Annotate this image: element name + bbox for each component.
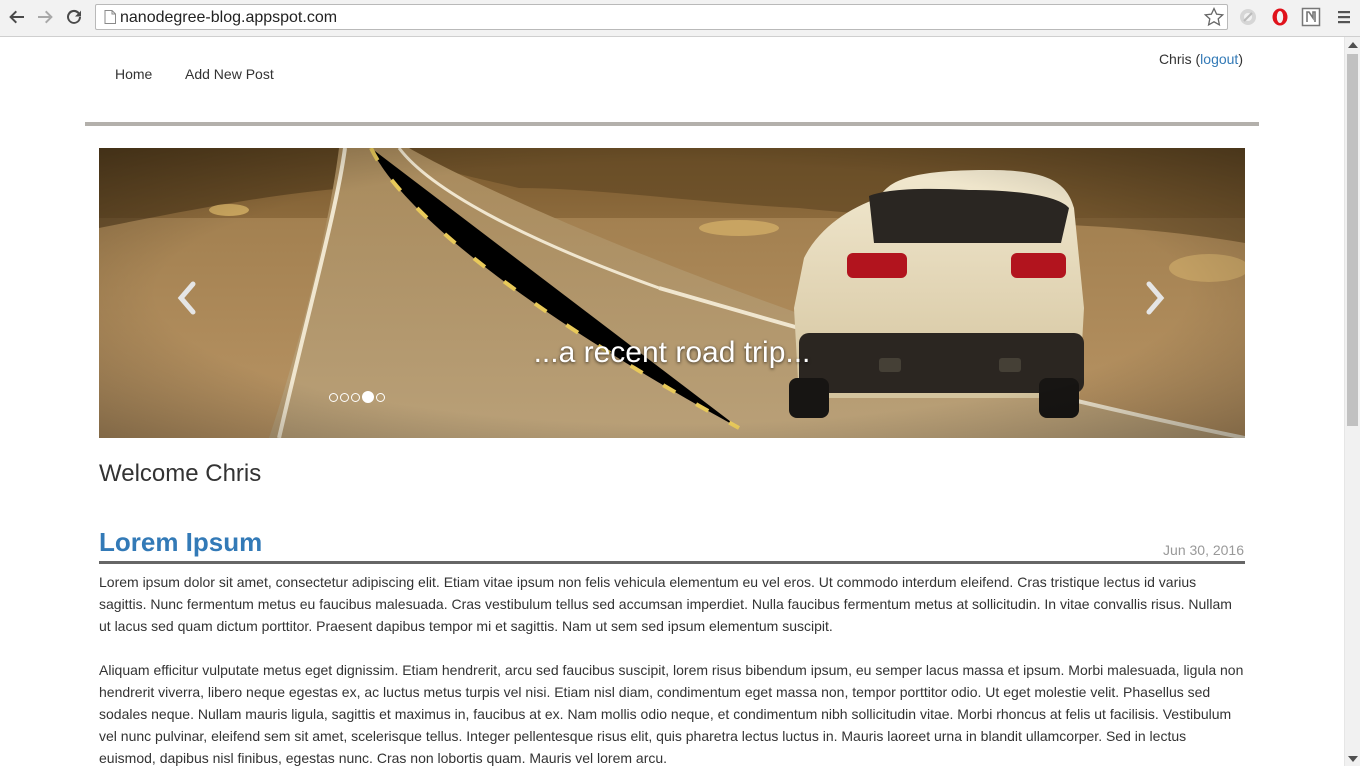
header-divider — [85, 122, 1259, 126]
post-title-link[interactable]: Lorem Ipsum — [99, 527, 262, 558]
bookmark-star-icon[interactable] — [1203, 6, 1225, 28]
paren-open: ( — [1191, 51, 1201, 67]
post-paragraph: Lorem ipsum dolor sit amet, consectetur … — [99, 574, 1232, 634]
carousel-indicators — [329, 391, 385, 403]
carousel-indicator-dot[interactable] — [376, 392, 385, 402]
logout-link[interactable]: logout — [1200, 51, 1238, 67]
paren-close: ) — [1238, 51, 1243, 67]
carousel-indicator-dot[interactable] — [340, 392, 349, 402]
reload-icon[interactable] — [63, 6, 85, 28]
menu-icon[interactable] — [1334, 7, 1354, 27]
nav-add-post-link[interactable]: Add New Post — [185, 66, 274, 82]
scrollbar-thumb[interactable] — [1347, 54, 1358, 426]
forward-icon[interactable] — [34, 6, 56, 28]
scroll-down-icon[interactable] — [1348, 756, 1358, 762]
back-icon[interactable] — [6, 6, 28, 28]
user-name: Chris — [1158, 51, 1192, 67]
scroll-up-icon[interactable] — [1348, 42, 1358, 48]
carousel-indicator-dot[interactable] — [329, 392, 338, 402]
chevron-left-icon[interactable] — [173, 278, 203, 318]
carousel-caption: ...a recent road trip... — [533, 336, 811, 369]
image-carousel[interactable]: ...a recent road trip... — [99, 148, 1245, 438]
vertical-scrollbar[interactable] — [1344, 37, 1360, 766]
post-paragraph: Aliquam efficitur vulputate metus eget d… — [99, 662, 1244, 766]
carousel-indicator-dot[interactable] — [362, 391, 374, 403]
nav-home-link[interactable]: Home — [115, 66, 152, 82]
address-bar[interactable]: nanodegree-blog.appspot.com — [95, 4, 1228, 30]
browser-toolbar: nanodegree-blog.appspot.com — [0, 0, 1360, 37]
url-text[interactable]: nanodegree-blog.appspot.com — [120, 9, 337, 27]
user-box: Chris (logout) — [1159, 51, 1243, 67]
extension-icon[interactable] — [1238, 7, 1258, 27]
opera-icon[interactable] — [1270, 7, 1290, 27]
post-body: Lorem ipsum dolor sit amet, consectetur … — [99, 571, 1245, 766]
page-icon — [104, 10, 116, 24]
post-divider — [99, 561, 1245, 564]
carousel-indicator-dot[interactable] — [351, 392, 360, 402]
notion-icon[interactable] — [1301, 7, 1321, 27]
road-trip-image — [99, 148, 1245, 438]
chevron-right-icon[interactable] — [1139, 278, 1169, 318]
welcome-heading: Welcome Chris — [99, 460, 262, 487]
post-date: Jun 30, 2016 — [1163, 542, 1244, 558]
page-content: Home Add New Post Chris (logout) ...a re… — [0, 37, 1344, 766]
